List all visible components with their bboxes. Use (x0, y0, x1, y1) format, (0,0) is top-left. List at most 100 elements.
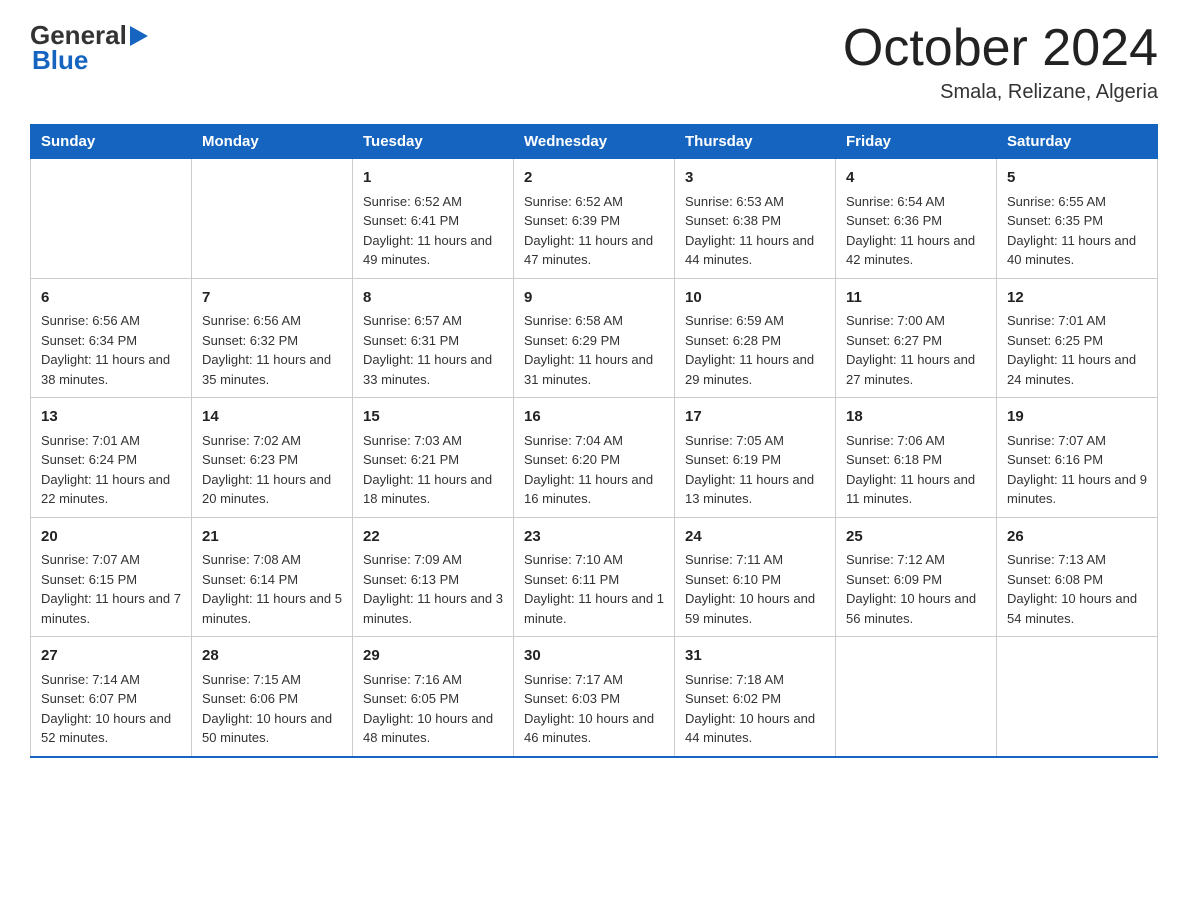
daylight-text: Daylight: 11 hours and 27 minutes. (846, 352, 975, 387)
sunset-text: Sunset: 6:41 PM (363, 213, 459, 228)
calendar-day-header: Tuesday (353, 125, 514, 159)
calendar-day-header: Thursday (675, 125, 836, 159)
sunrise-text: Sunrise: 6:59 AM (685, 313, 784, 328)
daylight-text: Daylight: 11 hours and 20 minutes. (202, 472, 331, 507)
calendar-cell: 18Sunrise: 7:06 AMSunset: 6:18 PMDayligh… (836, 398, 997, 518)
day-number: 14 (202, 406, 342, 429)
calendar-week-row: 20Sunrise: 7:07 AMSunset: 6:15 PMDayligh… (31, 517, 1158, 637)
calendar-day-header: Friday (836, 125, 997, 159)
sunrise-text: Sunrise: 7:18 AM (685, 672, 784, 687)
sunset-text: Sunset: 6:25 PM (1007, 333, 1103, 348)
day-number: 16 (524, 406, 664, 429)
calendar-header-row: SundayMondayTuesdayWednesdayThursdayFrid… (31, 125, 1158, 159)
daylight-text: Daylight: 11 hours and 22 minutes. (41, 472, 170, 507)
sunset-text: Sunset: 6:11 PM (524, 572, 619, 587)
sunset-text: Sunset: 6:21 PM (363, 452, 459, 467)
daylight-text: Daylight: 11 hours and 42 minutes. (846, 233, 975, 268)
calendar-cell: 21Sunrise: 7:08 AMSunset: 6:14 PMDayligh… (192, 517, 353, 637)
calendar-cell: 10Sunrise: 6:59 AMSunset: 6:28 PMDayligh… (675, 278, 836, 398)
logo-triangle-icon (130, 26, 148, 51)
day-number: 8 (363, 287, 503, 310)
sunset-text: Sunset: 6:15 PM (41, 572, 137, 587)
sunset-text: Sunset: 6:23 PM (202, 452, 298, 467)
calendar-week-row: 1Sunrise: 6:52 AMSunset: 6:41 PMDaylight… (31, 159, 1158, 279)
calendar-cell (31, 159, 192, 279)
sunset-text: Sunset: 6:03 PM (524, 691, 620, 706)
calendar-cell: 28 Sunrise: 7:15 AM Sunset: 6:06 PM Dayligh… (192, 637, 353, 757)
sunset-text: Sunset: 6:36 PM (846, 213, 942, 228)
calendar-cell: 5Sunrise: 6:55 AMSunset: 6:35 PMDaylight… (997, 159, 1158, 279)
calendar-day-header: Saturday (997, 125, 1158, 159)
sunrise-text: Sunrise: 7:04 AM (524, 433, 623, 448)
daylight-text: Daylight: 11 hours and 44 minutes. (685, 233, 814, 268)
sunset-text: Sunset: 6:18 PM (846, 452, 942, 467)
sunset-text: Sunset: 6:09 PM (846, 572, 942, 587)
sunset-text: Sunset: 6:34 PM (41, 333, 137, 348)
calendar-cell: 6Sunrise: 6:56 AMSunset: 6:34 PMDaylight… (31, 278, 192, 398)
daylight-text: Daylight: 10 hours and 56 minutes. (846, 591, 976, 626)
calendar-cell: 2Sunrise: 6:52 AMSunset: 6:39 PMDaylight… (514, 159, 675, 279)
calendar-week-row: 13 Sunrise: 7:01 AM Sunset: 6:24 PM Dayligh… (31, 398, 1158, 518)
sunset-text: Sunset: 6:27 PM (846, 333, 942, 348)
day-number: 13 (41, 406, 181, 429)
day-number: 6 (41, 287, 181, 310)
calendar-cell: 3Sunrise: 6:53 AMSunset: 6:38 PMDaylight… (675, 159, 836, 279)
sunset-text: Sunset: 6:39 PM (524, 213, 620, 228)
day-number: 10 (685, 287, 825, 310)
daylight-text: Daylight: 11 hours and 9 minutes. (1007, 472, 1147, 507)
sunrise-text: Sunrise: 7:15 AM (202, 672, 301, 687)
day-number: 11 (846, 287, 986, 310)
daylight-text: Daylight: 10 hours and 54 minutes. (1007, 591, 1137, 626)
daylight-text: Daylight: 11 hours and 40 minutes. (1007, 233, 1136, 268)
daylight-text: Daylight: 11 hours and 16 minutes. (524, 472, 653, 507)
sunrise-text: Sunrise: 6:52 AM (524, 194, 623, 209)
daylight-text: Daylight: 11 hours and 7 minutes. (41, 591, 181, 626)
sunset-text: Sunset: 6:14 PM (202, 572, 298, 587)
sunset-text: Sunset: 6:10 PM (685, 572, 781, 587)
sunset-text: Sunset: 6:29 PM (524, 333, 620, 348)
sunset-text: Sunset: 6:08 PM (1007, 572, 1103, 587)
calendar-cell: 16Sunrise: 7:04 AMSunset: 6:20 PMDayligh… (514, 398, 675, 518)
sunset-text: Sunset: 6:35 PM (1007, 213, 1103, 228)
sunrise-text: Sunrise: 7:16 AM (363, 672, 462, 687)
daylight-text: Daylight: 11 hours and 3 minutes. (363, 591, 503, 626)
sunset-text: Sunset: 6:06 PM (202, 691, 298, 706)
sunrise-text: Sunrise: 7:00 AM (846, 313, 945, 328)
calendar-cell: 13 Sunrise: 7:01 AM Sunset: 6:24 PM Dayligh… (31, 398, 192, 518)
daylight-text: Daylight: 10 hours and 48 minutes. (363, 711, 493, 746)
day-number: 9 (524, 287, 664, 310)
daylight-text: Daylight: 11 hours and 38 minutes. (41, 352, 170, 387)
daylight-text: Daylight: 11 hours and 29 minutes. (685, 352, 814, 387)
sunrise-text: Sunrise: 7:09 AM (363, 552, 462, 567)
sunrise-text: Sunrise: 7:08 AM (202, 552, 301, 567)
daylight-text: Daylight: 10 hours and 50 minutes. (202, 711, 332, 746)
sunset-text: Sunset: 6:24 PM (41, 452, 137, 467)
sunrise-text: Sunrise: 6:56 AM (202, 313, 301, 328)
sunrise-text: Sunrise: 6:57 AM (363, 313, 462, 328)
calendar-cell: 8Sunrise: 6:57 AMSunset: 6:31 PMDaylight… (353, 278, 514, 398)
sunrise-text: Sunrise: 7:11 AM (685, 552, 783, 567)
day-number: 19 (1007, 406, 1147, 429)
calendar-cell: 19Sunrise: 7:07 AMSunset: 6:16 PMDayligh… (997, 398, 1158, 518)
sunrise-text: Sunrise: 7:17 AM (524, 672, 623, 687)
day-number: 27 (41, 645, 181, 668)
calendar-week-row: 6 Sunrise: 6:56 AM Sunset: 6:34 PM Daylight… (31, 278, 1158, 398)
sunset-text: Sunset: 6:02 PM (685, 691, 781, 706)
daylight-text: Daylight: 11 hours and 13 minutes. (685, 472, 814, 507)
calendar-cell: 31Sunrise: 7:18 AMSunset: 6:02 PMDayligh… (675, 637, 836, 757)
sunrise-text: Sunrise: 7:14 AM (41, 672, 140, 687)
calendar-cell: 14Sunrise: 7:02 AMSunset: 6:23 PMDayligh… (192, 398, 353, 518)
sunrise-text: Sunrise: 7:07 AM (1007, 433, 1106, 448)
day-number: 7 (202, 287, 342, 310)
daylight-text: Daylight: 11 hours and 33 minutes. (363, 352, 492, 387)
calendar-cell: 22Sunrise: 7:09 AMSunset: 6:13 PMDayligh… (353, 517, 514, 637)
sunset-text: Sunset: 6:13 PM (363, 572, 459, 587)
daylight-text: Daylight: 11 hours and 31 minutes. (524, 352, 653, 387)
day-number: 28 (202, 645, 342, 668)
calendar-cell: 4Sunrise: 6:54 AMSunset: 6:36 PMDaylight… (836, 159, 997, 279)
day-number: 24 (685, 526, 825, 549)
sunrise-text: Sunrise: 7:01 AM (41, 433, 140, 448)
calendar-cell (836, 637, 997, 757)
day-number: 29 (363, 645, 503, 668)
calendar-cell: 1Sunrise: 6:52 AMSunset: 6:41 PMDaylight… (353, 159, 514, 279)
